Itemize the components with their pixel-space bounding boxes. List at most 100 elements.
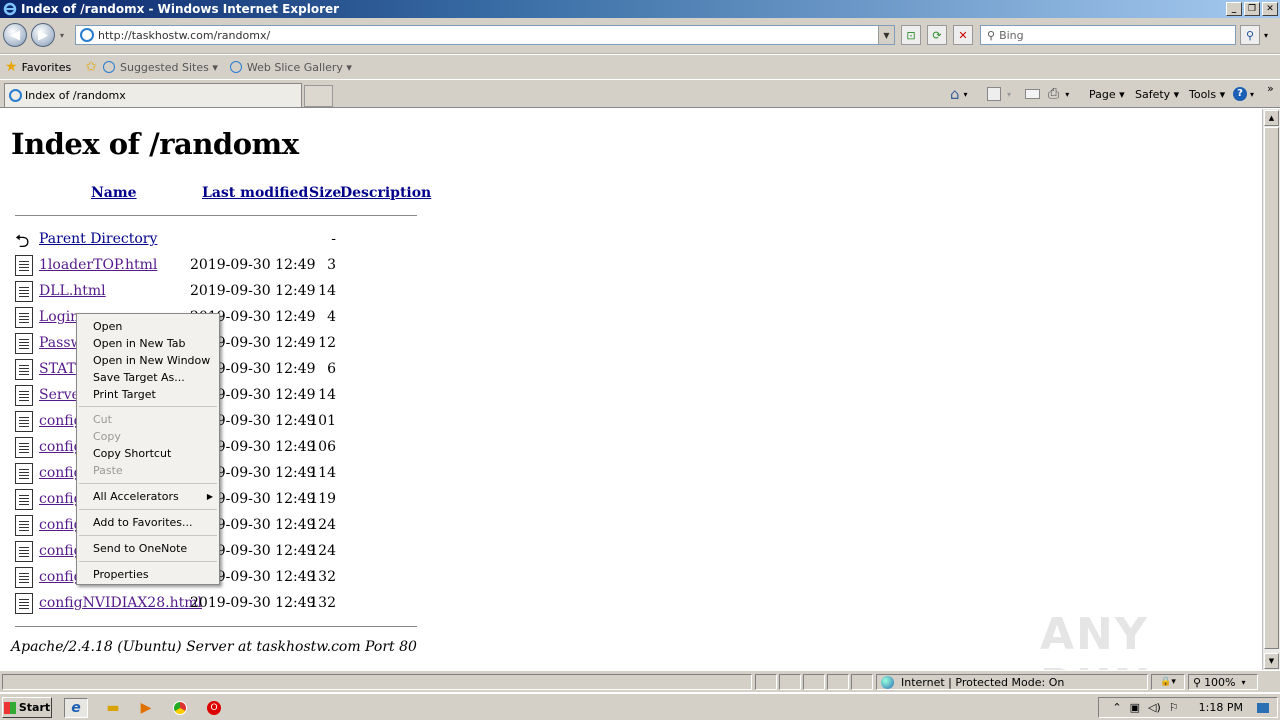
back-button[interactable]: ◀ <box>3 23 27 47</box>
menu-copy-shortcut[interactable]: Copy Shortcut <box>93 445 171 462</box>
chrome-taskbar-icon[interactable] <box>170 698 190 718</box>
window-title: Index of /randomx - Windows Internet Exp… <box>21 2 340 16</box>
menu-cut: Cut <box>93 413 112 426</box>
vertical-scrollbar[interactable]: ▲ ▼ <box>1262 109 1280 670</box>
new-tab-button[interactable] <box>304 85 333 107</box>
start-button[interactable]: Start <box>2 697 52 718</box>
menu-paste: Paste <box>93 464 123 477</box>
forward-button[interactable]: ▶ <box>31 23 55 47</box>
taskbar: Start e ▬ ▶ O ⌃ ▣ ◁) ⚐ 1:18 PM <box>0 693 1280 720</box>
favorites-bar: ★ Favorites ✩ Suggested Sites ▾ Web Slic… <box>0 55 1280 79</box>
ie-logo-icon <box>3 2 17 16</box>
menu-save-target[interactable]: Save Target As... <box>93 369 185 386</box>
file-modified: 2019-09-30 12:49 <box>190 595 316 611</box>
clock[interactable]: 1:18 PM <box>1199 701 1243 714</box>
add-favorites-icon[interactable]: ✩ <box>85 59 97 75</box>
action-center-icon[interactable]: ▣ <box>1130 701 1140 714</box>
col-size-link[interactable]: Size <box>309 185 341 201</box>
menu-separator <box>79 406 217 407</box>
scroll-down-icon[interactable]: ▼ <box>1264 653 1279 669</box>
col-name-link[interactable]: Name <box>91 185 137 201</box>
media-player-taskbar-icon[interactable]: ▶ <box>136 698 156 718</box>
scroll-thumb[interactable] <box>1264 127 1279 649</box>
opera-taskbar-icon[interactable]: O <box>204 698 224 718</box>
status-cell <box>779 674 801 690</box>
search-input[interactable]: ⚲ Bing <box>980 25 1236 45</box>
menu-open-new-window[interactable]: Open in New Window <box>93 352 210 369</box>
refresh-icon[interactable]: ⟳ <box>927 25 947 45</box>
safety-menu[interactable]: Safety ▾ <box>1135 80 1179 108</box>
anyrun-watermark: ANY RUN <box>1040 609 1150 670</box>
volume-icon[interactable]: ◁) <box>1148 701 1161 714</box>
feeds-icon[interactable]: ▾ <box>987 80 1011 108</box>
menu-open-new-tab[interactable]: Open in New Tab <box>93 335 186 352</box>
file-link[interactable]: 1loaderTOP.html <box>39 257 157 273</box>
page-menu[interactable]: Page ▾ <box>1089 80 1125 108</box>
search-options-icon[interactable]: ▾ <box>1264 31 1268 40</box>
ie-taskbar-icon[interactable]: e <box>64 698 88 718</box>
start-label: Start <box>18 701 51 714</box>
minimize-button[interactable]: _ <box>1226 2 1242 16</box>
menu-open[interactable]: Open <box>93 318 122 335</box>
globe-icon <box>881 676 894 689</box>
tab-page-icon <box>9 89 22 102</box>
file-link[interactable]: Serve <box>39 387 80 403</box>
tab-index-randomx[interactable]: Index of /randomx <box>4 83 302 107</box>
window-titlebar: Index of /randomx - Windows Internet Exp… <box>0 0 1280 18</box>
print-icon[interactable]: ⎙ ▾ <box>1048 80 1069 108</box>
tab-bar: Index of /randomx ⌂ ▾ ▾ ⎙ ▾ Page ▾ Safety … <box>0 80 1280 108</box>
col-modified-link[interactable]: Last modified <box>202 185 308 201</box>
file-size: - <box>331 231 336 247</box>
file-link[interactable]: STAT <box>39 361 76 377</box>
file-row: 1loaderTOP.html 2019-09-30 12:49 3 <box>0 253 420 279</box>
file-icon <box>15 281 33 302</box>
close-window-button[interactable]: ✕ <box>1262 2 1278 16</box>
search-button[interactable]: ⚲ <box>1240 25 1260 45</box>
file-icon <box>15 333 33 354</box>
menu-properties[interactable]: Properties <box>93 566 149 583</box>
explorer-taskbar-icon[interactable]: ▬ <box>103 698 123 718</box>
menu-all-accelerators[interactable]: All Accelerators <box>93 488 179 505</box>
show-desktop-icon[interactable] <box>1257 702 1269 713</box>
divider-top <box>15 215 417 216</box>
menu-add-favorites[interactable]: Add to Favorites... <box>93 514 193 531</box>
chevron-more-icon[interactable]: » <box>1267 74 1274 102</box>
help-icon[interactable]: ? ▾ <box>1233 80 1254 108</box>
flag-icon[interactable]: ⚐ <box>1169 701 1179 714</box>
file-size: 114 <box>309 465 336 481</box>
tools-menu[interactable]: Tools ▾ <box>1189 80 1225 108</box>
maximize-button[interactable]: ❐ <box>1244 2 1260 16</box>
web-slice-icon <box>229 61 242 73</box>
home-icon[interactable]: ⌂ ▾ <box>950 80 968 108</box>
menu-copy: Copy <box>93 430 121 443</box>
favorites-button[interactable]: Favorites <box>22 61 72 74</box>
stop-icon[interactable]: ✕ <box>953 25 973 45</box>
address-input[interactable]: http://taskhostw.com/randomx/ ▼ <box>75 25 895 45</box>
file-link[interactable]: DLL.html <box>39 283 106 299</box>
status-cell <box>755 674 777 690</box>
col-description-link[interactable]: Description <box>340 185 431 201</box>
protected-mode-icon[interactable]: 🔒▾ <box>1151 674 1185 690</box>
parent-directory-row: ⮌ Parent Directory - <box>0 227 420 253</box>
file-link[interactable]: Parent Directory <box>39 231 157 247</box>
scroll-up-icon[interactable]: ▲ <box>1264 110 1279 126</box>
file-link[interactable]: configNVIDIAX28.html <box>39 595 202 611</box>
web-slice-gallery-link[interactable]: Web Slice Gallery ▾ <box>247 61 352 74</box>
mail-icon[interactable] <box>1025 80 1040 108</box>
menu-send-onenote[interactable]: Send to OneNote <box>93 540 187 557</box>
security-zone[interactable]: Internet | Protected Mode: On <box>876 674 1148 690</box>
file-icon <box>15 463 33 484</box>
menu-print-target[interactable]: Print Target <box>93 386 156 403</box>
file-size: 124 <box>309 543 336 559</box>
file-icon <box>15 515 33 536</box>
file-size: 12 <box>318 335 336 351</box>
history-dropdown-icon[interactable]: ▾ <box>60 31 64 40</box>
compatibility-view-icon[interactable]: ⊡ <box>901 25 921 45</box>
tray-expand-icon[interactable]: ⌃ <box>1112 701 1121 714</box>
zoom-control[interactable]: ⚲ 100% ▾ <box>1188 674 1258 690</box>
menu-separator <box>79 509 217 510</box>
file-icon <box>15 437 33 458</box>
address-dropdown-icon[interactable]: ▼ <box>878 26 894 44</box>
search-placeholder: Bing <box>999 28 1024 42</box>
suggested-sites-link[interactable]: Suggested Sites ▾ <box>120 61 218 74</box>
